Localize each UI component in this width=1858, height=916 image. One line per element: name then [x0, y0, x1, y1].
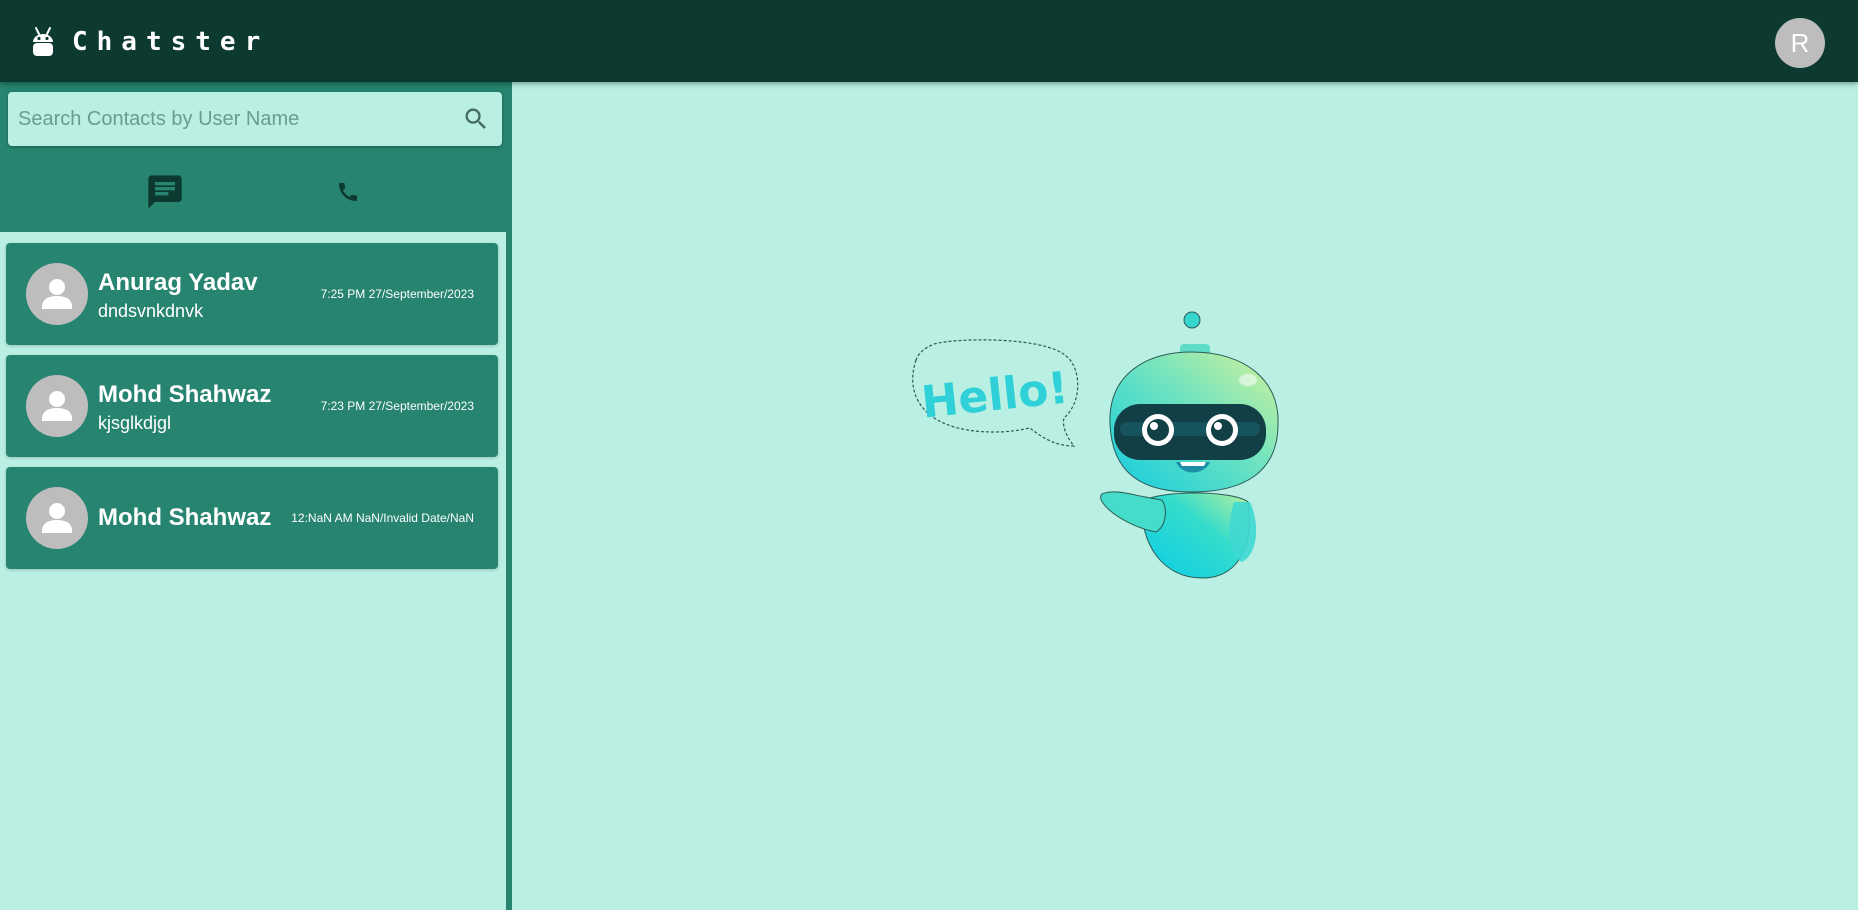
user-avatar[interactable]: R — [1775, 18, 1825, 68]
phone-icon — [339, 183, 357, 201]
search-icon[interactable] — [462, 105, 490, 133]
tab-chats[interactable] — [145, 172, 185, 212]
brand: Chatster — [30, 26, 269, 58]
chat-panel: Hello! — [512, 82, 1858, 910]
avatar — [26, 263, 88, 325]
contact-card[interactable]: Mohd Shahwaz 12:NaN AM NaN/Invalid Date/… — [6, 467, 498, 569]
robot-illustration: Hello! — [912, 311, 1279, 579]
contact-timestamp: 12:NaN AM NaN/Invalid Date/NaN — [291, 511, 474, 525]
contact-card[interactable]: Mohd Shahwaz kjsglkdjgl 7:23 PM 27/Septe… — [6, 355, 498, 457]
speech-text: Hello! — [919, 362, 1071, 428]
contact-name: Mohd Shahwaz — [98, 504, 272, 531]
contact-timestamp: 7:25 PM 27/September/2023 — [320, 287, 474, 301]
chat-icon — [148, 175, 182, 209]
sidebar: Anurag Yadav dndsvnkdnvk 7:25 PM 27/Sept… — [0, 82, 512, 910]
contact-card[interactable]: Anurag Yadav dndsvnkdnvk 7:25 PM 27/Sept… — [6, 243, 498, 345]
app-title: Chatster — [72, 27, 270, 57]
top-app-bar: Chatster R — [0, 0, 1858, 82]
person-icon — [42, 503, 72, 533]
sidebar-header — [0, 82, 510, 232]
search-input[interactable] — [8, 92, 438, 146]
avatar — [26, 487, 88, 549]
contact-name: Anurag Yadav — [98, 269, 258, 296]
tab-calls[interactable] — [328, 172, 368, 212]
avatar — [26, 375, 88, 437]
contact-timestamp: 7:23 PM 27/September/2023 — [320, 399, 474, 413]
person-icon — [42, 391, 72, 421]
contact-name: Mohd Shahwaz — [98, 381, 272, 408]
person-icon — [42, 279, 72, 309]
contact-last-message: kjsglkdjgl — [98, 413, 172, 433]
android-icon — [33, 27, 53, 56]
contact-last-message: dndsvnkdnvk — [98, 301, 204, 321]
search-box — [8, 92, 502, 146]
